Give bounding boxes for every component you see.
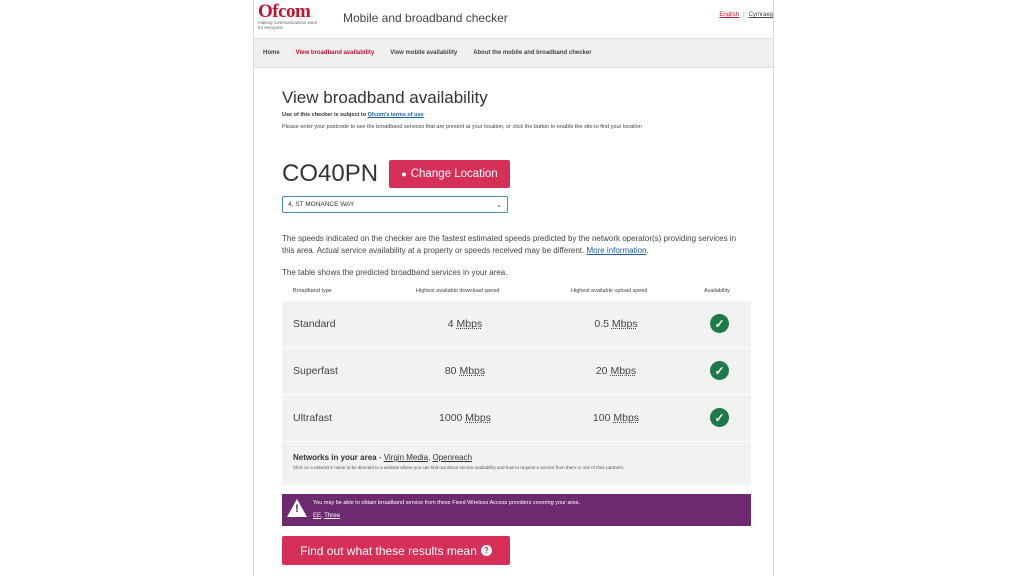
nav-mobile[interactable]: View mobile availability xyxy=(390,50,457,56)
row-download: 4 Mbps xyxy=(447,318,483,330)
nav-about[interactable]: About the mobile and broadband checker xyxy=(473,50,591,56)
main-content: View broadband availability Use of this … xyxy=(282,88,752,565)
fwa-provider-ee[interactable]: EE xyxy=(313,513,321,519)
network-link-openreach[interactable]: Openreach xyxy=(432,453,472,462)
change-location-button[interactable]: ● Change Location xyxy=(389,160,510,188)
lang-separator: | xyxy=(743,12,745,18)
question-circle-icon: ? xyxy=(480,545,492,556)
header-availability: Availability xyxy=(704,288,730,294)
main-nav: Home View broadband availability View mo… xyxy=(254,38,773,68)
header-broadband-type: Broadband type xyxy=(293,288,332,294)
networks-label: Networks in your area xyxy=(293,453,377,462)
app-title: Mobile and broadband checker xyxy=(343,11,508,25)
nav-home[interactable]: Home xyxy=(263,50,280,56)
terms-prefix: Use of this checker is subject to xyxy=(282,112,368,118)
instructions: Please enter your postcode to see the br… xyxy=(282,124,642,130)
address-selected-value: 4, ST MONANCE WAY xyxy=(288,201,355,208)
ofcom-logo[interactable]: Ofcom making communications work for eve… xyxy=(258,1,334,33)
row-type: Standard xyxy=(293,318,336,330)
header: Ofcom making communications work for eve… xyxy=(254,0,773,38)
networks-line: Networks in your area - Virgin Media, Op… xyxy=(293,453,473,462)
terms-link[interactable]: Ofcom's terms of use xyxy=(368,112,424,118)
header-upload: Highest available upload speed xyxy=(571,288,648,294)
table-note: The table shows the predicted broadband … xyxy=(282,268,508,277)
find-out-results-button[interactable]: Find out what these results mean ? xyxy=(282,536,510,565)
networks-note: Click on a network's name to be directed… xyxy=(293,465,625,470)
table-header: Broadband type Highest available downloa… xyxy=(282,288,751,300)
network-link-virgin-media[interactable]: Virgin Media xyxy=(384,453,428,462)
logo-wordmark: Ofcom xyxy=(258,1,311,22)
change-location-label: Change Location xyxy=(410,168,498,180)
available-check-icon: ✓ xyxy=(710,314,729,333)
terms-notice: Use of this checker is subject to Ofcom'… xyxy=(282,112,752,118)
table-row: Superfast 80 Mbps 20 Mbps ✓ xyxy=(282,348,751,394)
speeds-disclaimer: The speeds indicated on the checker are … xyxy=(282,234,737,255)
available-check-icon: ✓ xyxy=(710,408,729,427)
fwa-provider-three[interactable]: Three xyxy=(324,513,340,519)
networks-panel: Networks in your area - Virgin Media, Op… xyxy=(282,442,751,485)
fwa-text: You may be able to obtain broadband serv… xyxy=(313,500,580,506)
chevron-down-icon: ⌄ xyxy=(496,201,502,209)
header-download: Highest available download speed xyxy=(416,288,500,294)
page-title: View broadband availability xyxy=(282,88,488,107)
table-row: Standard 4 Mbps 0.5 Mbps ✓ xyxy=(282,301,751,347)
row-upload: 100 Mbps xyxy=(592,412,640,424)
map-marker-icon: ● xyxy=(401,169,407,179)
warning-icon-mark: ! xyxy=(295,503,299,515)
speeds-text: The speeds indicated on the checker are … xyxy=(282,234,737,255)
row-download: 1000 Mbps xyxy=(439,412,491,424)
fwa-providers: EE, Three xyxy=(313,513,340,519)
fwa-banner: ! You may be able to obtain broadband se… xyxy=(282,494,751,526)
table-row: Ultrafast 1000 Mbps 100 Mbps ✓ xyxy=(282,395,751,441)
nav-broadband[interactable]: View broadband availability xyxy=(296,50,375,56)
postcode-display: CO40PN xyxy=(282,160,379,187)
lang-english-link[interactable]: English xyxy=(719,12,739,18)
address-select[interactable]: 4, ST MONANCE WAY ⌄ xyxy=(282,196,508,213)
row-type: Ultrafast xyxy=(293,412,333,424)
find-out-label: Find out what these results mean xyxy=(300,543,477,558)
logo-tagline-2: for everyone xyxy=(258,25,284,30)
row-upload: 0.5 Mbps xyxy=(594,318,638,330)
row-type: Superfast xyxy=(293,365,338,377)
lang-welsh-link[interactable]: Cymraeg xyxy=(749,12,773,18)
row-download: 80 Mbps xyxy=(444,365,486,377)
available-check-icon: ✓ xyxy=(710,361,729,380)
language-switcher: English | Cymraeg xyxy=(719,12,773,18)
more-information-link[interactable]: More information xyxy=(586,246,646,255)
page: Ofcom making communications work for eve… xyxy=(253,0,774,576)
row-upload: 20 Mbps xyxy=(595,365,637,377)
